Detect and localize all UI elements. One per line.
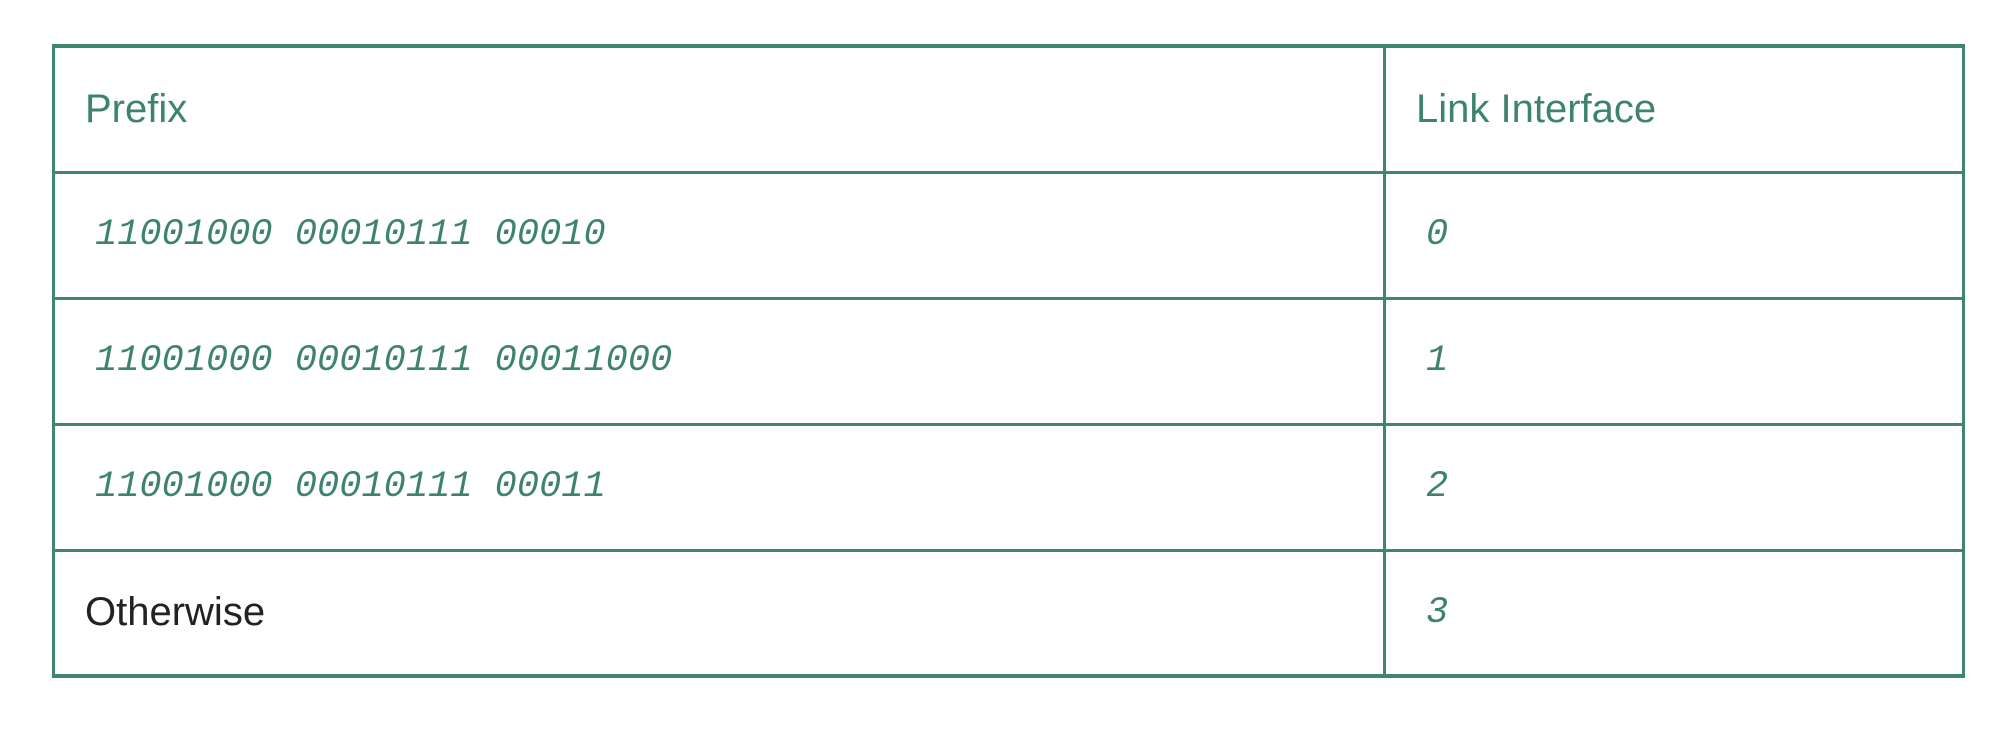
link-interface-cell: 2 <box>1383 424 1965 552</box>
link-interface-value: 1 <box>1426 340 1449 382</box>
link-interface-value: 3 <box>1426 591 1449 634</box>
link-interface-value: 2 <box>1426 466 1449 508</box>
prefix-cell: Otherwise <box>52 550 1386 676</box>
prefix-cell: 11001000 00010111 00011 <box>52 424 1386 552</box>
forwarding-table: Prefix Link Interface 11001000 00010111 … <box>52 44 1965 678</box>
prefix-cell: 11001000 00010111 00011000 <box>52 298 1386 426</box>
prefix-value: 11001000 00010111 00011000 <box>95 340 673 382</box>
table-row: 11001000 00010111 00011 2 <box>52 424 1965 552</box>
link-interface-value: 0 <box>1426 214 1449 256</box>
prefix-cell: 11001000 00010111 00010 <box>52 172 1386 300</box>
prefix-value: 11001000 00010111 00010 <box>95 214 606 256</box>
table-row: Otherwise 3 <box>52 550 1965 676</box>
table-header-row: Prefix Link Interface <box>52 46 1965 174</box>
link-interface-cell: 1 <box>1383 298 1965 426</box>
link-interface-cell: 0 <box>1383 172 1965 300</box>
table-row: 11001000 00010111 00010 0 <box>52 172 1965 300</box>
prefix-value: 11001000 00010111 00011 <box>95 466 606 508</box>
prefix-column-header: Prefix <box>52 46 1386 174</box>
page: Prefix Link Interface 11001000 00010111 … <box>0 0 2000 744</box>
link-interface-column-header: Link Interface <box>1383 46 1965 174</box>
table-row: 11001000 00010111 00011000 1 <box>52 298 1965 426</box>
link-interface-cell: 3 <box>1383 550 1965 676</box>
